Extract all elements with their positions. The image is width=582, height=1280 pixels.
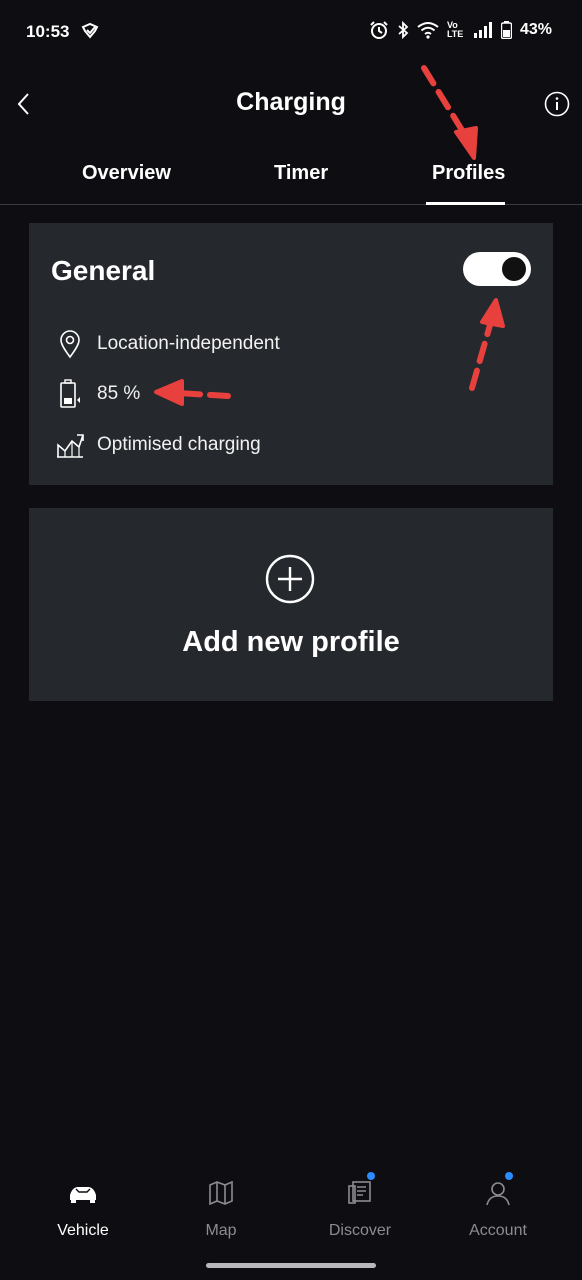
check-shield-icon <box>81 22 99 39</box>
battery-charge-icon <box>60 379 80 408</box>
tab-overview[interactable]: Overview <box>82 162 171 185</box>
profile-charge-row: 85 % <box>53 377 140 411</box>
tab-bar: Overview Timer Profiles <box>0 158 582 204</box>
status-icons: Vo LTE 43% <box>369 20 552 40</box>
tab-timer[interactable]: Timer <box>274 162 328 185</box>
bluetooth-icon <box>398 20 409 40</box>
tab-active-indicator <box>426 202 505 205</box>
bottom-nav: Vehicle Map Discover Account <box>0 1172 582 1252</box>
info-icon[interactable] <box>544 91 570 117</box>
status-time: 10:53 <box>26 22 70 41</box>
nav-vehicle[interactable]: Vehicle <box>23 1172 143 1240</box>
profile-location-row: Location-independent <box>53 327 280 361</box>
map-icon <box>209 1181 233 1205</box>
account-badge <box>505 1172 513 1180</box>
profile-mode-row: Optimised charging <box>53 428 261 462</box>
nav-account-label: Account <box>469 1222 527 1239</box>
nav-map-label: Map <box>205 1222 237 1239</box>
wifi-icon <box>417 22 439 39</box>
signal-icon <box>473 22 492 38</box>
profile-toggle[interactable] <box>463 252 531 286</box>
location-pin-icon <box>60 330 80 359</box>
status-bar: 10:53 Vo LTE 43% <box>0 0 582 64</box>
alarm-icon <box>370 21 388 39</box>
profile-location: Location-independent <box>97 333 280 354</box>
battery-percent: 43% <box>519 21 552 38</box>
add-profile-label: Add new profile <box>182 626 400 658</box>
profile-card-general[interactable]: General Location-independent 85 % Optimi… <box>29 223 553 485</box>
nav-map[interactable]: Map <box>161 1172 281 1240</box>
car-icon <box>70 1187 96 1203</box>
optimised-charging-icon <box>57 434 84 458</box>
discover-badge <box>367 1172 375 1180</box>
tab-profiles[interactable]: Profiles <box>432 162 505 185</box>
add-profile-card[interactable]: Add new profile <box>29 508 553 701</box>
discover-icon <box>348 1181 371 1204</box>
nav-discover[interactable]: Discover <box>300 1172 420 1240</box>
plus-circle-icon <box>265 554 315 604</box>
nav-vehicle-label: Vehicle <box>57 1222 109 1239</box>
profile-mode: Optimised charging <box>97 434 261 455</box>
nav-account[interactable]: Account <box>438 1172 558 1240</box>
home-indicator <box>206 1263 376 1268</box>
profile-name: General <box>51 255 156 286</box>
volte-icon: Vo LTE <box>446 20 464 39</box>
account-icon <box>486 1182 510 1206</box>
profile-target-charge: 85 % <box>97 383 141 404</box>
toggle-knob <box>502 257 526 281</box>
battery-icon <box>500 21 512 39</box>
page-title: Charging <box>236 88 346 116</box>
nav-discover-label: Discover <box>328 1222 392 1239</box>
